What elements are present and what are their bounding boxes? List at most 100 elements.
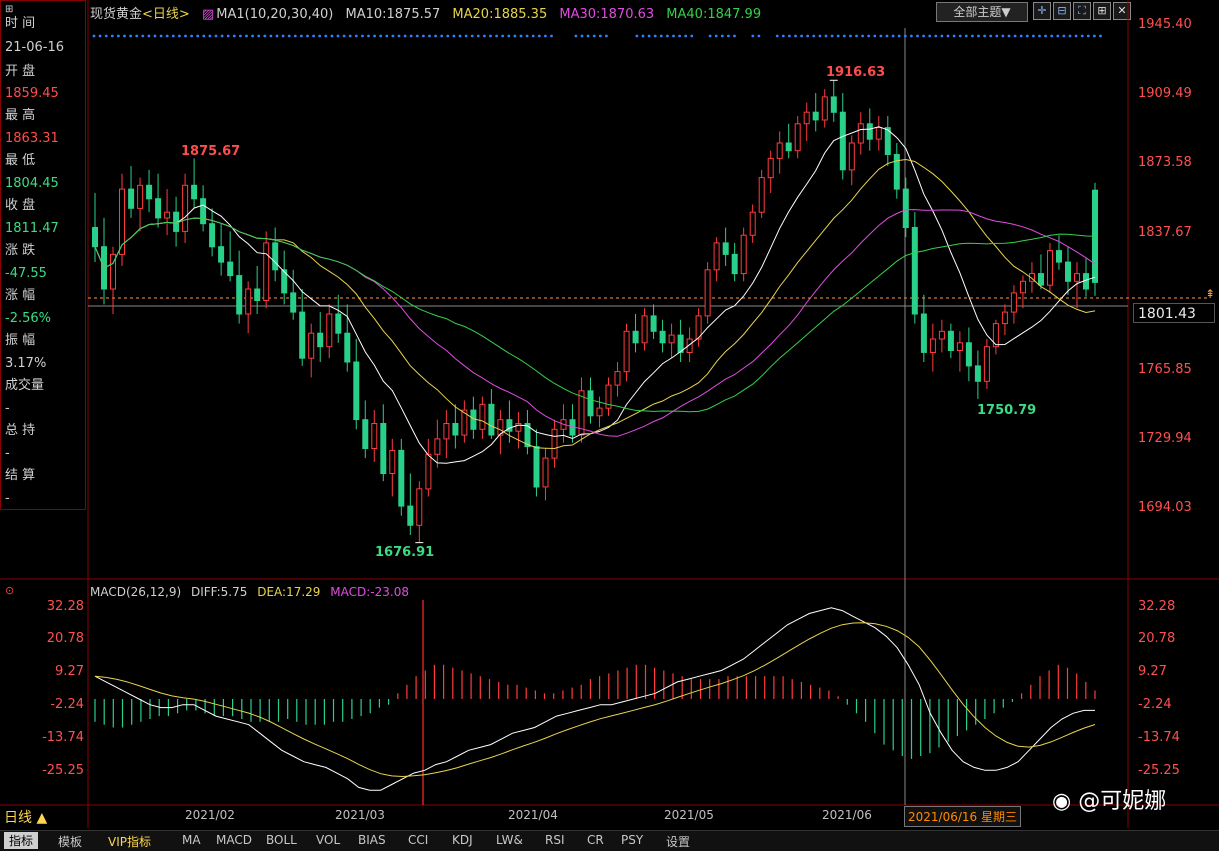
candles-group <box>92 80 1098 543</box>
candle-down <box>335 313 342 334</box>
ma-lines-group <box>94 79 1096 544</box>
signal-dot <box>513 34 517 38</box>
watermark-text: @可妮娜 <box>1078 789 1167 814</box>
signal-dot <box>714 34 718 38</box>
signal-dot <box>897 34 901 38</box>
candle-down <box>254 288 261 301</box>
signal-dot <box>470 34 474 38</box>
signal-dot <box>891 34 895 38</box>
candle-down <box>1038 273 1044 286</box>
signal-dot <box>312 34 315 38</box>
macd-tick-left: -25.25 <box>42 763 84 778</box>
signal-dot <box>983 34 986 38</box>
tab-ma[interactable]: MA <box>182 833 201 847</box>
macd-tick-right: 9.27 <box>1138 664 1167 679</box>
date-tick: 2021/06 <box>822 808 872 822</box>
signal-dot <box>910 34 913 38</box>
tab-rsi[interactable]: RSI <box>545 833 565 847</box>
macd-title[interactable]: MACD(26,12,9) <box>90 585 181 599</box>
signal-dot <box>690 34 694 38</box>
signal-dot <box>684 34 688 38</box>
candle-up <box>983 346 990 382</box>
macd-tick-left: -13.74 <box>42 730 84 745</box>
tab-vol[interactable]: VOL <box>316 833 340 847</box>
ma10-line <box>94 126 1096 464</box>
tab-cr[interactable]: CR <box>587 833 604 847</box>
price-tick: 1729.94 <box>1138 431 1192 446</box>
signal-dot <box>708 34 712 38</box>
signal-dot <box>580 34 584 38</box>
candle-down <box>866 123 873 140</box>
candle-down <box>344 332 351 363</box>
signal-dot <box>1056 34 1060 38</box>
period-switch-button[interactable]: 日线 ▲ <box>4 807 47 827</box>
alert-arrow-icon[interactable]: ⇞ <box>1205 287 1215 301</box>
signal-dot <box>165 34 169 38</box>
signal-dot <box>794 34 797 38</box>
current-price-tag: 1801.43 <box>1133 303 1215 323</box>
signal-dot <box>391 34 395 38</box>
tab-kdj[interactable]: KDJ <box>452 833 473 847</box>
candle-up <box>542 457 549 488</box>
tab-boll[interactable]: BOLL <box>266 833 297 847</box>
candle-up <box>1020 280 1026 294</box>
signal-dot <box>781 34 785 38</box>
candle-down <box>632 330 639 344</box>
signal-dot <box>483 34 486 38</box>
candle-down <box>227 261 234 277</box>
signal-dot <box>300 34 303 38</box>
candle-down <box>893 154 900 190</box>
candlestick-chart[interactable] <box>0 0 1219 850</box>
candle-down <box>290 292 297 313</box>
signal-dot <box>104 34 108 38</box>
candle-down <box>317 332 324 348</box>
tab-macd[interactable]: MACD <box>216 833 252 847</box>
signal-dot <box>1001 34 1005 38</box>
signal-dot <box>586 34 590 38</box>
signal-dot <box>1044 34 1047 38</box>
candle-up <box>416 488 423 526</box>
price-tick: 1694.03 <box>1138 500 1192 515</box>
signal-dot <box>806 34 810 38</box>
macd-value: MACD:-23.08 <box>330 585 409 599</box>
signal-dot <box>818 34 822 38</box>
signal-dot <box>476 34 480 38</box>
signal-dot <box>1025 34 1029 38</box>
candle-up <box>1047 250 1053 286</box>
crosshair-date-label: 2021/06/16 星期三 <box>904 806 1021 827</box>
candle-up <box>740 234 747 275</box>
diff-line <box>94 607 1095 791</box>
signal-dot <box>348 34 352 38</box>
macd-tick-left: 32.28 <box>46 599 84 614</box>
candle-up <box>434 438 441 455</box>
tab-psy[interactable]: PSY <box>621 833 643 847</box>
tab-indicator[interactable]: 指标 <box>4 832 39 849</box>
candle-up <box>776 142 783 159</box>
signal-dot <box>403 34 407 38</box>
candle-down <box>947 330 954 351</box>
candle-up <box>263 242 270 301</box>
signal-dot <box>92 34 96 38</box>
signal-dot <box>977 34 980 38</box>
signal-dot <box>342 34 346 38</box>
macd-settings-icon[interactable]: ⊙ <box>5 584 14 597</box>
candle-up <box>182 184 189 232</box>
signal-dot <box>1062 34 1066 38</box>
high-annotation: 1916.63 <box>826 65 886 80</box>
candle-down <box>839 111 846 171</box>
tab-vip-indicator[interactable]: VIP指标 <box>108 833 151 850</box>
signal-dot <box>647 34 651 38</box>
signal-dot <box>415 34 419 38</box>
signal-dot <box>678 34 681 38</box>
signal-dot <box>495 34 498 38</box>
candle-up <box>956 342 963 351</box>
signal-dot <box>159 34 163 38</box>
candle-down <box>1056 250 1062 263</box>
signal-dot <box>1099 34 1102 38</box>
tab-template[interactable]: 模板 <box>58 833 82 850</box>
tab-cci[interactable]: CCI <box>408 833 428 847</box>
macd-dea: DEA:17.29 <box>257 585 321 599</box>
tab-bias[interactable]: BIAS <box>358 833 386 847</box>
tab-lw[interactable]: LW& <box>496 833 523 847</box>
tab-settings[interactable]: 设置 <box>666 833 690 850</box>
